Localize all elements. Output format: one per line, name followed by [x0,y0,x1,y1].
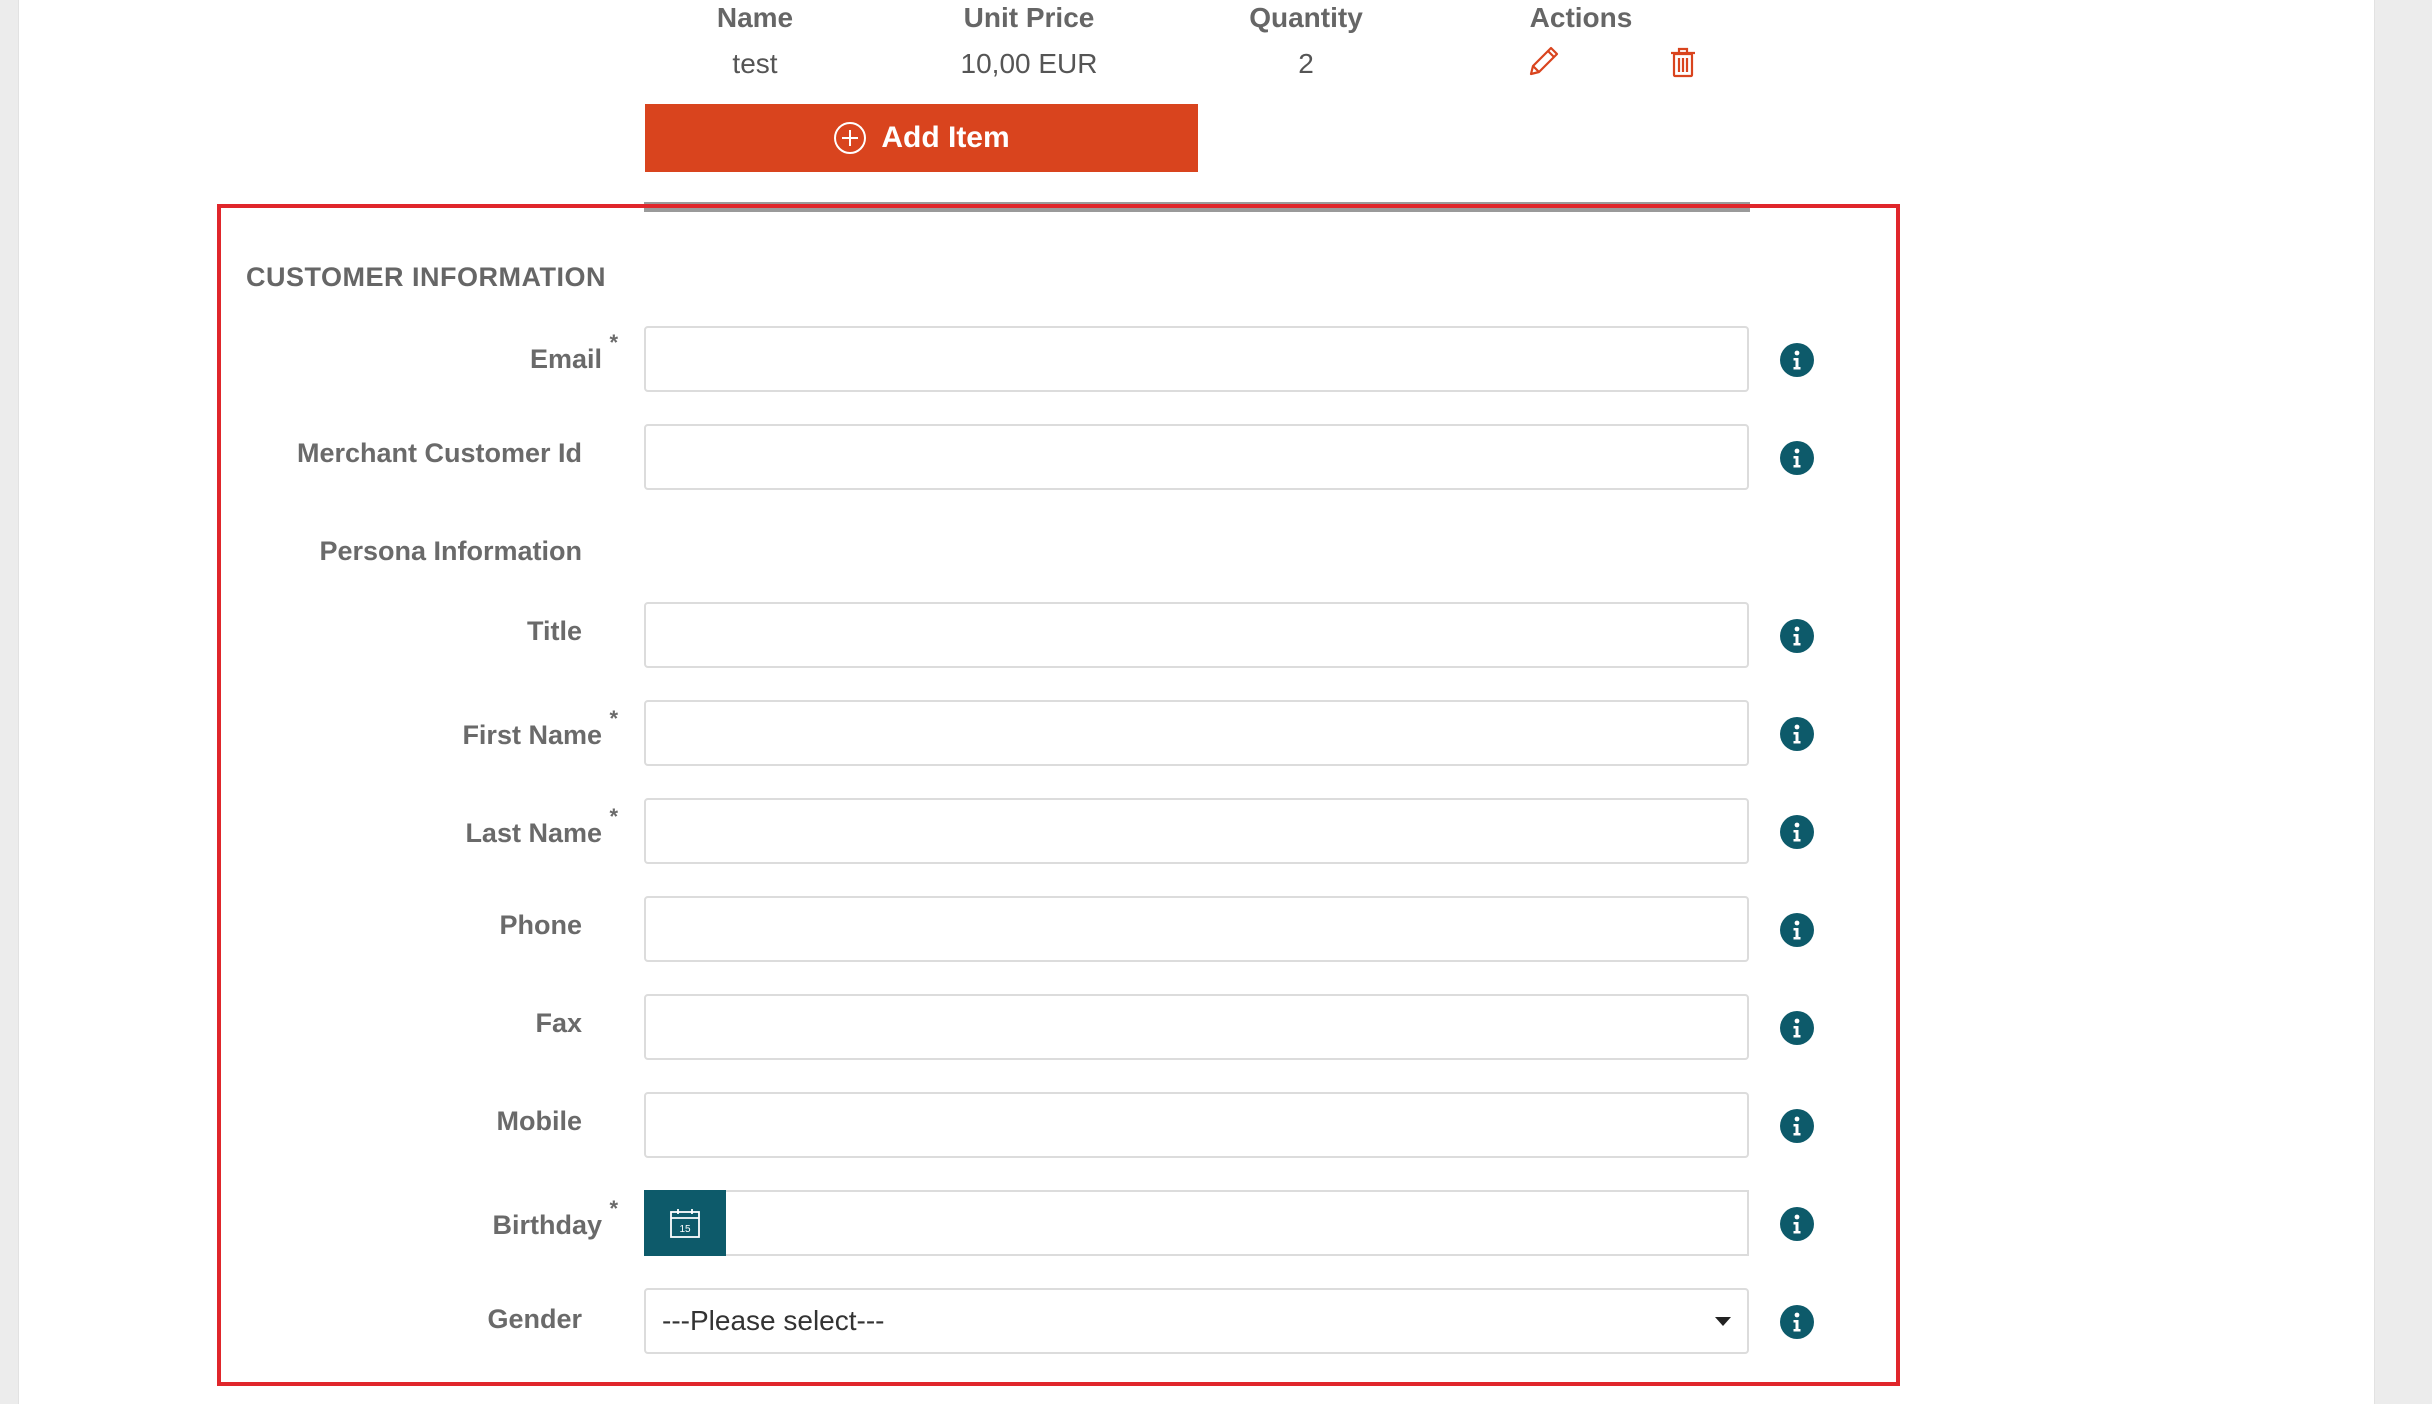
info-icon[interactable] [1779,618,1815,654]
header-name: Name [716,2,794,33]
add-item-button[interactable]: Add Item [645,104,1198,172]
info-icon[interactable] [1779,1010,1815,1046]
section-title: CUSTOMER INFORMATION [246,262,606,292]
mobile-label: Mobile [496,1106,583,1136]
last-name-label: Last Name * [465,804,618,849]
trash-icon[interactable] [1663,42,1703,82]
gender-selected-value: ---Please select--- [662,1305,885,1336]
title-label: Title [526,616,582,646]
item-unit-price-cell: 10,00 EUR [960,48,1098,79]
info-icon[interactable] [1779,716,1815,752]
fax-field[interactable] [644,994,1749,1060]
birthday-field-group: 15 [644,1190,1749,1256]
info-icon[interactable] [1779,440,1815,476]
last-name-label-text: Last Name [465,818,602,848]
info-icon[interactable] [1779,912,1815,948]
items-table: Name Unit Price Quantity Actions test 10… [645,0,1705,90]
required-marker: * [609,706,618,731]
mobile-field[interactable] [644,1092,1749,1158]
pencil-icon[interactable] [1523,42,1563,82]
gender-label: Gender [487,1304,582,1334]
info-icon[interactable] [1779,342,1815,378]
calendar-button[interactable]: 15 [644,1190,726,1256]
gender-select[interactable]: ---Please select--- [644,1288,1749,1354]
birthday-label: Birthday * [492,1196,618,1241]
plus-circle-icon [834,122,867,154]
persona-information-heading: Persona Information [319,536,582,566]
calendar-icon: 15 [670,1209,700,1238]
header-quantity: Quantity [1249,2,1363,33]
first-name-label: First Name * [462,706,618,751]
required-marker: * [609,330,618,355]
phone-field[interactable] [644,896,1749,962]
phone-label: Phone [499,910,582,940]
left-gutter [0,0,19,1404]
fax-label: Fax [535,1008,582,1038]
add-item-label: Add Item [881,121,1010,154]
email-label-text: Email [529,344,602,374]
title-field[interactable] [644,602,1749,668]
birthday-label-text: Birthday [492,1210,602,1240]
info-icon[interactable] [1779,814,1815,850]
merchant-customer-id-label: Merchant Customer Id [296,438,582,468]
calendar-day: 15 [679,1224,691,1235]
header-unit-price: Unit Price [963,2,1095,33]
merchant-customer-id-field[interactable] [644,424,1749,490]
caret-down-icon [1715,1316,1731,1326]
right-gutter [2374,0,2432,1404]
required-marker: * [609,804,618,829]
birthday-field[interactable] [726,1190,1749,1256]
info-icon[interactable] [1779,1206,1815,1242]
header-actions: Actions [1529,2,1633,33]
item-name-cell: test [732,48,778,79]
info-icon[interactable] [1779,1108,1815,1144]
first-name-field[interactable] [644,700,1749,766]
last-name-field[interactable] [644,798,1749,864]
email-field[interactable] [644,326,1749,392]
email-label: Email * [529,330,618,375]
required-marker: * [609,1196,618,1221]
item-quantity-cell: 2 [1298,48,1314,79]
first-name-label-text: First Name [462,720,602,750]
info-icon[interactable] [1779,1304,1815,1340]
